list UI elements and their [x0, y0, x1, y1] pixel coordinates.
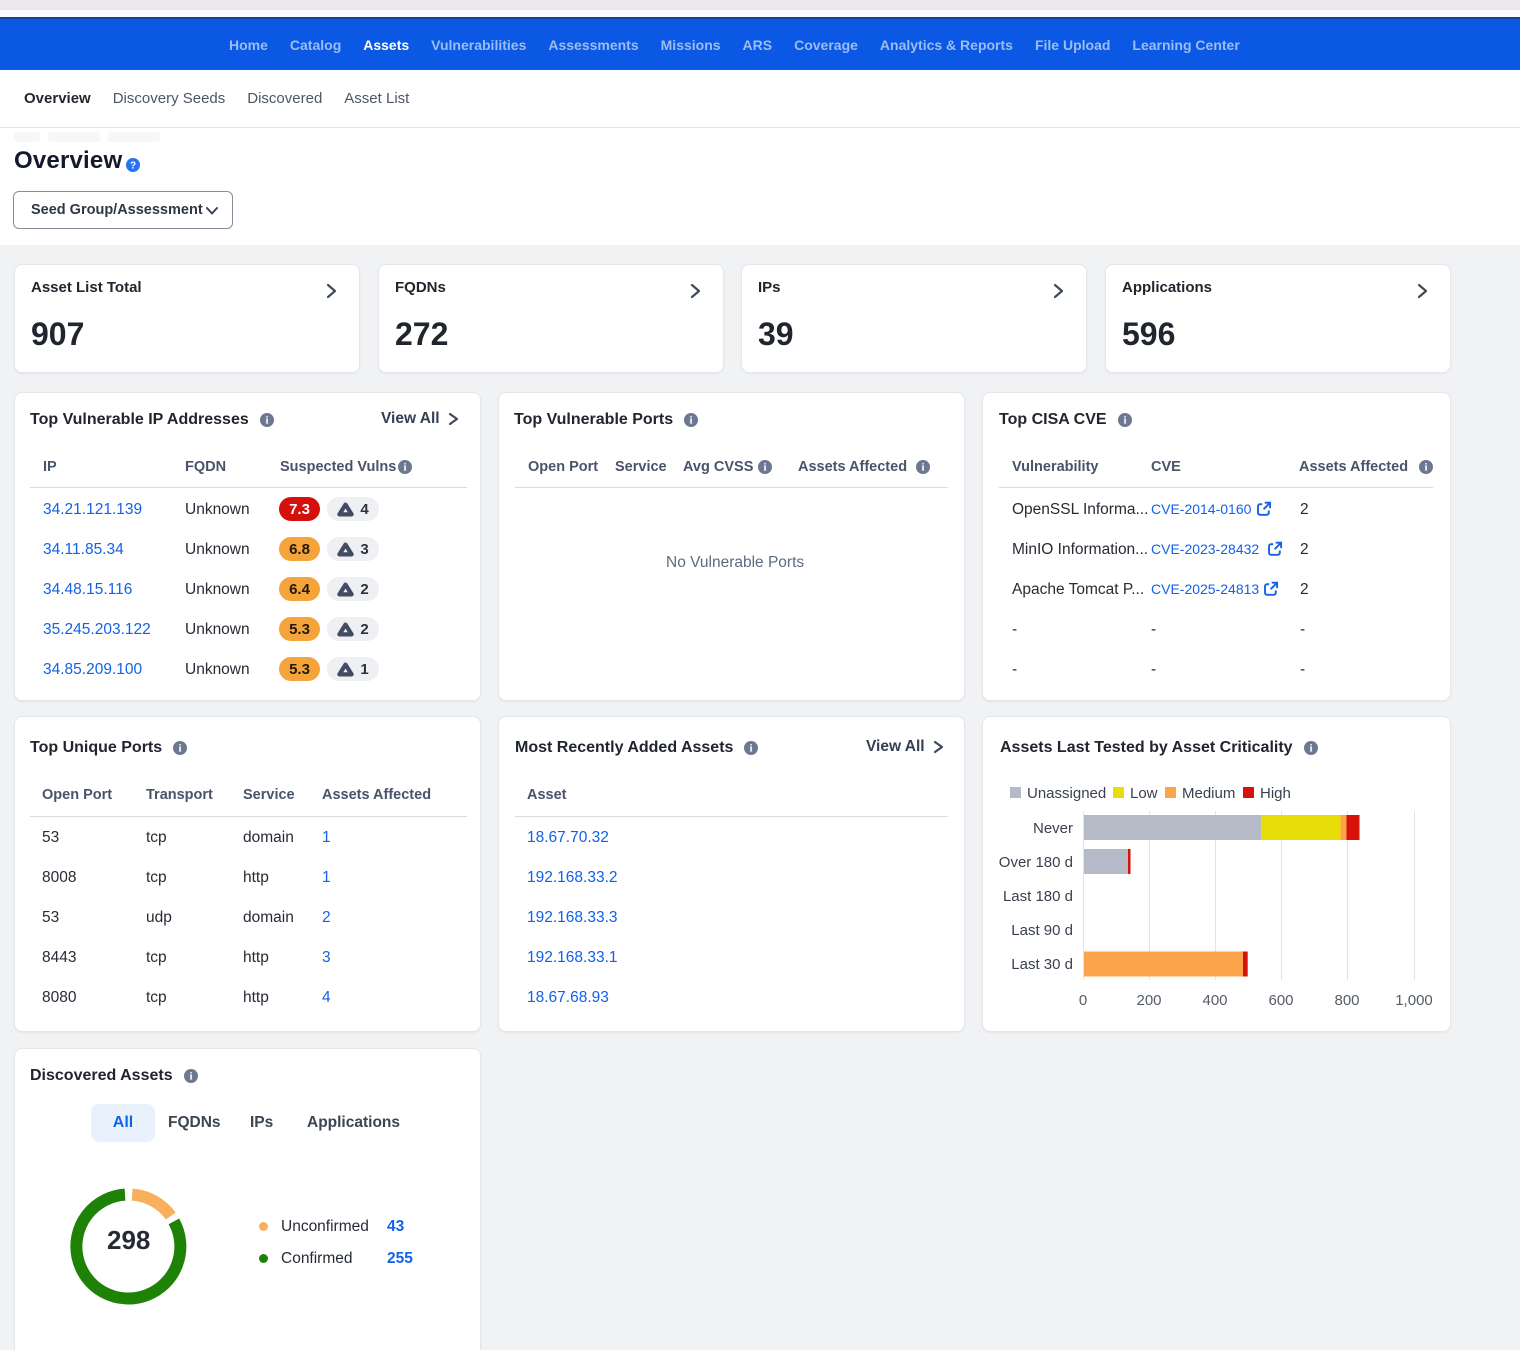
svg-text:i: i: [763, 462, 766, 474]
svg-text:Never: Never: [1033, 820, 1073, 837]
svg-text:0: 0: [1079, 992, 1087, 1009]
svg-text:Unassigned: Unassigned: [1027, 785, 1106, 802]
svg-text:1,000: 1,000: [1395, 992, 1433, 1009]
svg-text:Medium: Medium: [1182, 785, 1235, 802]
svg-text:i: i: [1123, 415, 1126, 427]
svg-text:?: ?: [130, 161, 136, 172]
svg-text:600: 600: [1268, 992, 1293, 1009]
svg-text:i: i: [921, 462, 924, 474]
svg-text:i: i: [690, 415, 693, 427]
svg-text:i: i: [179, 743, 182, 755]
svg-text:i: i: [750, 743, 753, 755]
svg-text:i: i: [265, 415, 268, 427]
svg-text:400: 400: [1202, 992, 1227, 1009]
svg-text:i: i: [403, 462, 406, 474]
svg-text:i: i: [1424, 462, 1427, 474]
svg-text:Over 180 d: Over 180 d: [999, 854, 1073, 871]
svg-text:High: High: [1260, 785, 1291, 802]
svg-text:i: i: [189, 1071, 192, 1083]
svg-text:Last 90 d: Last 90 d: [1011, 922, 1073, 939]
svg-text:200: 200: [1136, 992, 1161, 1009]
svg-text:Last 30 d: Last 30 d: [1011, 956, 1073, 973]
svg-text:800: 800: [1334, 992, 1359, 1009]
svg-text:Low: Low: [1130, 785, 1158, 802]
svg-text:Last 180 d: Last 180 d: [1003, 888, 1073, 905]
